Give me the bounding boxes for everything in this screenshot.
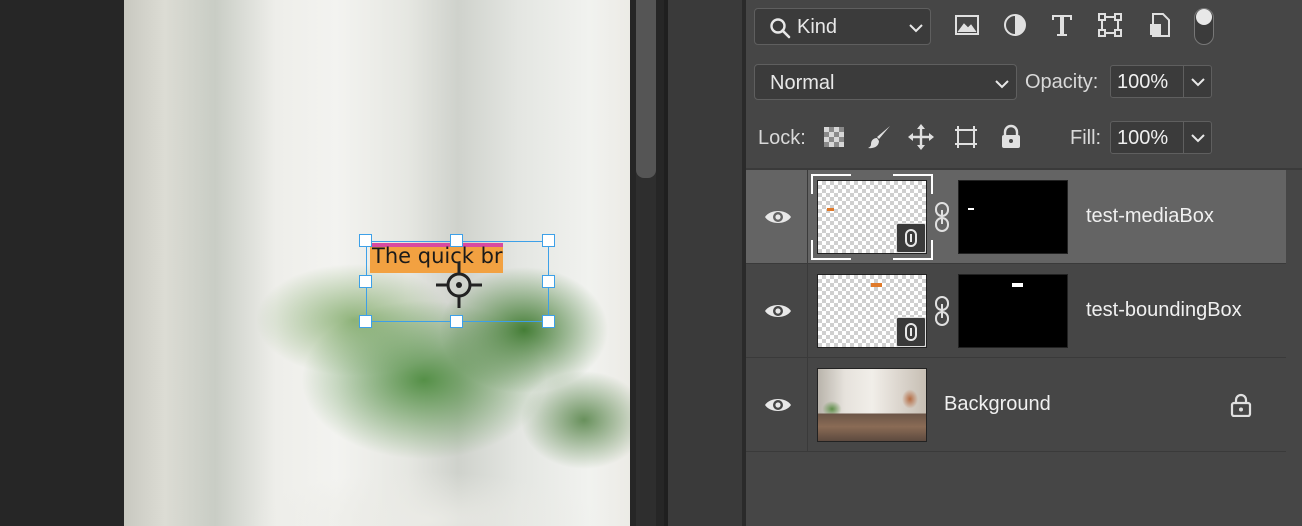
layer-visibility-column[interactable] bbox=[746, 264, 808, 358]
eye-icon[interactable] bbox=[764, 395, 792, 415]
layer-row-background[interactable]: Background bbox=[746, 358, 1286, 452]
layer-thumbnail[interactable] bbox=[817, 368, 927, 442]
layer-row-test-mediabox[interactable]: test-mediaBox bbox=[746, 170, 1286, 264]
layer-mask-thumbnail[interactable] bbox=[958, 180, 1068, 254]
layer-visibility-column[interactable] bbox=[746, 170, 808, 264]
fill-field[interactable]: 100% bbox=[1110, 121, 1184, 154]
smart-object-badge bbox=[896, 317, 926, 347]
layer-filter-toggle-knob bbox=[1196, 9, 1212, 25]
transform-handle-middle-left[interactable] bbox=[359, 275, 372, 288]
fill-slider-button[interactable] bbox=[1184, 121, 1212, 154]
blend-mode-select[interactable]: Normal bbox=[754, 64, 1017, 100]
thumbnail-selection-frame bbox=[811, 174, 933, 260]
document-canvas-area[interactable]: The quick bro bbox=[0, 0, 664, 526]
layer-visibility-column[interactable] bbox=[746, 358, 808, 452]
chevron-down-icon bbox=[909, 24, 923, 33]
transform-handle-top-left[interactable] bbox=[359, 234, 372, 247]
mask-content-mark bbox=[968, 208, 974, 210]
layer-kind-filter-select[interactable]: Kind bbox=[754, 8, 931, 45]
eye-icon[interactable] bbox=[764, 207, 792, 227]
smart-object-link-icon bbox=[905, 323, 917, 341]
transform-handle-bottom-center[interactable] bbox=[450, 315, 463, 328]
smart-object-filter-icon[interactable] bbox=[1147, 12, 1173, 38]
transform-handle-top-right[interactable] bbox=[542, 234, 555, 247]
layer-thumbnail[interactable] bbox=[817, 274, 927, 348]
mask-link-icon[interactable] bbox=[934, 202, 950, 232]
thumbnail-content-mark bbox=[871, 283, 882, 287]
transform-handle-bottom-left[interactable] bbox=[359, 315, 372, 328]
lock-position-icon[interactable] bbox=[908, 124, 934, 150]
layers-panel: Kind Normal Opacity: 100% Lock: Fill: 10… bbox=[746, 0, 1302, 526]
mask-content-mark bbox=[1012, 283, 1023, 287]
chevron-down-icon bbox=[1191, 78, 1205, 87]
layer-name[interactable]: test-mediaBox bbox=[1086, 205, 1214, 228]
kind-label: Kind bbox=[797, 16, 838, 38]
panel-dock-gap bbox=[668, 0, 744, 526]
adjustment-filter-icon[interactable] bbox=[1002, 12, 1028, 38]
chevron-down-icon bbox=[995, 80, 1009, 89]
image-filter-icon[interactable] bbox=[954, 12, 980, 38]
lock-all-icon[interactable] bbox=[998, 124, 1024, 150]
reference-point-crosshair-icon[interactable] bbox=[434, 260, 484, 310]
eye-icon[interactable] bbox=[764, 301, 792, 321]
transform-handle-bottom-right[interactable] bbox=[542, 315, 555, 328]
transform-handle-middle-right[interactable] bbox=[542, 275, 555, 288]
mask-link-icon[interactable] bbox=[934, 296, 950, 326]
lock-image-pixels-icon[interactable] bbox=[866, 124, 892, 150]
layer-locked-icon[interactable] bbox=[1230, 393, 1252, 417]
layer-row-test-boundingbox[interactable]: test-boundingBox bbox=[746, 264, 1286, 358]
opacity-field[interactable]: 100% bbox=[1110, 65, 1184, 98]
fill-label: Fill: bbox=[1070, 127, 1102, 149]
shape-filter-icon[interactable] bbox=[1097, 12, 1123, 38]
blend-mode-value: Normal bbox=[770, 72, 835, 94]
opacity-slider-button[interactable] bbox=[1184, 65, 1212, 98]
search-icon bbox=[770, 18, 791, 39]
lock-label: Lock: bbox=[758, 127, 806, 149]
lock-transparent-pixels-icon[interactable] bbox=[821, 124, 847, 150]
lock-artboard-icon[interactable] bbox=[953, 124, 979, 150]
layer-name[interactable]: Background bbox=[944, 393, 1051, 416]
type-filter-icon[interactable] bbox=[1049, 12, 1075, 38]
opacity-label: Opacity: bbox=[1025, 71, 1099, 93]
chevron-down-icon bbox=[1191, 134, 1205, 143]
layer-mask-thumbnail[interactable] bbox=[958, 274, 1068, 348]
layer-name[interactable]: test-boundingBox bbox=[1086, 299, 1242, 322]
canvas-scrollbar-thumb[interactable] bbox=[636, 0, 656, 178]
transform-handle-top-center[interactable] bbox=[450, 234, 463, 247]
